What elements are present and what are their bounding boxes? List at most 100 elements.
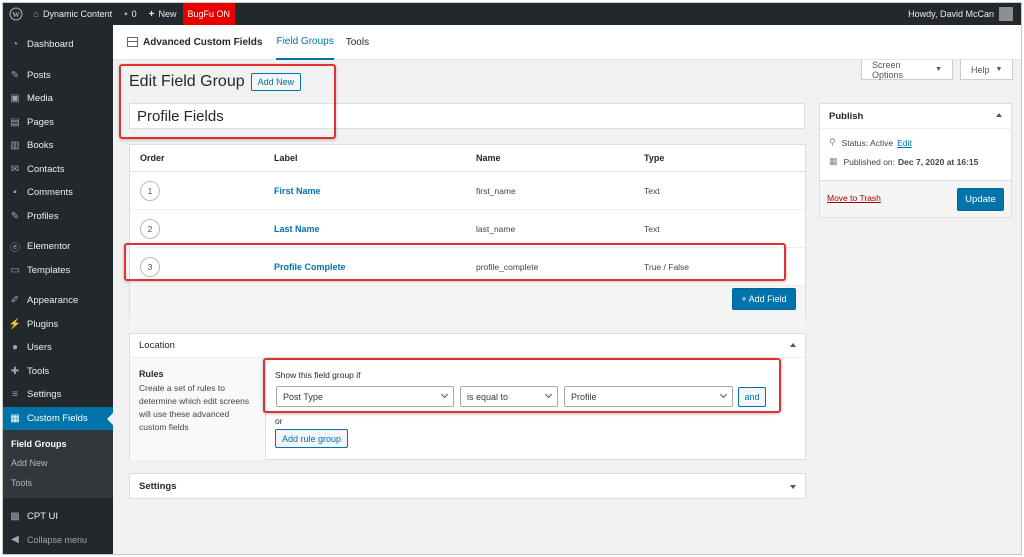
order-number[interactable]: 1	[140, 180, 160, 201]
comments-link[interactable]: ▪ 0	[118, 3, 143, 25]
sidebar-item-label: CPT UI	[27, 510, 58, 522]
table-footer: + Add Field	[130, 286, 805, 330]
submenu-item-tools[interactable]: Tools	[3, 473, 113, 493]
rule-param-value: Post Type	[283, 391, 323, 402]
location-box: Location Rules Create a set of rules to …	[129, 333, 806, 460]
sidebar-item-contacts[interactable]: ✉ Contacts	[3, 158, 113, 182]
collapse-toggle-icon[interactable]	[790, 343, 796, 347]
sidebar-item-appearance[interactable]: ✐ Appearance	[3, 289, 113, 313]
sidebar-item-pages[interactable]: ▤ Pages	[3, 111, 113, 135]
publish-header[interactable]: Publish	[820, 104, 1011, 129]
submenu-item-add-new[interactable]: Add New	[3, 454, 113, 474]
header-name: Name	[476, 153, 501, 163]
location-header[interactable]: Location	[130, 334, 805, 358]
field-label-link[interactable]: Last Name	[274, 224, 476, 234]
and-button[interactable]: and	[738, 387, 766, 407]
add-rule-group-button[interactable]: Add rule group	[275, 429, 349, 448]
sidebar-item-comments[interactable]: ▪ Comments	[3, 181, 113, 205]
mail-icon: ✉	[10, 163, 20, 175]
settings-box[interactable]: Settings	[129, 473, 806, 499]
publish-date: ▦ Published on: Dec 7, 2020 at 16:15	[820, 156, 1011, 167]
move-to-trash-link[interactable]: Move to Trash	[827, 193, 881, 203]
tab-tools[interactable]: Tools	[346, 25, 369, 60]
sidebar-item-posts[interactable]: ✎ Posts	[3, 64, 113, 88]
update-button[interactable]: Update	[957, 188, 1004, 211]
media-icon: ▣	[10, 93, 20, 105]
new-content-link[interactable]: + New	[143, 3, 183, 25]
publish-actions: Move to Trash Update	[820, 180, 1011, 217]
sidebar-item-label: Pages	[27, 116, 54, 128]
sidebar-item-settings[interactable]: ≡ Settings	[3, 383, 113, 407]
sliders-icon: ≡	[12, 389, 18, 401]
site-name-label: Dynamic Content	[43, 9, 113, 19]
rule-operator-select[interactable]: is equal to	[460, 386, 558, 407]
folder-icon: ▭	[10, 264, 20, 276]
expand-toggle-icon[interactable]	[790, 485, 796, 489]
collapse-toggle-icon[interactable]	[996, 113, 1002, 117]
sidebar-item-custom-fields[interactable]: ▦ Custom Fields	[3, 406, 113, 430]
sidebar-item-plugins[interactable]: ⚡ Plugins	[3, 313, 113, 337]
collapse-menu-button[interactable]: ◀ Collapse menu	[3, 528, 113, 552]
help-button[interactable]: Help ▼	[960, 60, 1013, 80]
avatar	[999, 7, 1013, 21]
sidebar-item-tools[interactable]: ✚ Tools	[3, 360, 113, 384]
rules-description: Create a set of rules to determine which…	[139, 383, 250, 432]
order-number[interactable]: 3	[140, 256, 160, 277]
field-label-link[interactable]: First Name	[274, 186, 476, 196]
acf-top-nav: Advanced Custom Fields Field Groups Tool…	[113, 25, 1021, 60]
help-label: Help	[971, 64, 990, 75]
rule-param-select[interactable]: Post Type	[276, 386, 454, 407]
bugfu-toggle[interactable]: BugFu ON	[182, 3, 236, 25]
sidebar-item-media[interactable]: ▣ Media	[3, 87, 113, 111]
sidebar-item-label: Templates	[27, 264, 71, 276]
user-account-link[interactable]: Howdy, David McCan	[902, 3, 1021, 25]
screen-options-label: Screen Options	[872, 59, 904, 80]
header-order: Order	[140, 153, 165, 163]
submenu-item-field-groups[interactable]: Field Groups	[3, 434, 113, 454]
screenshot-frame: W ⌂ Dynamic Content ▪ 0 + New BugFu ON H…	[2, 2, 1022, 555]
admin-sidebar: ◔ Dashboard ✎ Posts ▣ Media ▤ Pages ▥ Books ✉…	[3, 25, 113, 554]
sidebar-item-cpt-ui[interactable]: ▩ CPT UI	[3, 505, 113, 529]
field-label-link[interactable]: Profile Complete	[274, 262, 476, 272]
table-row[interactable]: 1 First Name first_name Text	[130, 172, 805, 210]
sidebar-item-label: Comments	[27, 187, 73, 199]
sidebar-item-label: Custom Fields	[27, 412, 88, 424]
publish-box: Publish ⚲ Status: Active Edit ▦ Publishe…	[819, 103, 1012, 218]
collapse-icon: ◀	[11, 534, 19, 546]
sidebar-item-elementor[interactable]: ⓔ Elementor	[3, 235, 113, 259]
rule-value: Profile	[571, 391, 597, 402]
wordpress-logo-icon[interactable]: W	[5, 3, 27, 25]
status-edit-link[interactable]: Edit	[897, 138, 912, 148]
admin-bar: W ⌂ Dynamic Content ▪ 0 + New BugFu ON H…	[3, 3, 1021, 25]
rule-operator-value: is equal to	[467, 391, 509, 402]
table-row[interactable]: 2 Last Name last_name Text	[130, 210, 805, 248]
chevron-down-icon	[440, 390, 449, 399]
new-label: New	[158, 9, 177, 19]
table-row[interactable]: 3 Profile Complete profile_complete True…	[130, 248, 805, 286]
tab-field-groups[interactable]: Field Groups	[276, 25, 334, 60]
field-group-title-input[interactable]: Profile Fields	[129, 103, 805, 129]
collapse-label: Collapse menu	[27, 534, 88, 545]
order-number[interactable]: 2	[140, 218, 160, 239]
svg-text:W: W	[12, 10, 20, 19]
sidebar-item-users[interactable]: ● Users	[3, 336, 113, 360]
add-new-button[interactable]: Add New	[250, 73, 302, 91]
plus-icon: +	[148, 8, 155, 20]
wrench-icon: ✚	[10, 365, 20, 377]
pin-icon: ✎	[10, 69, 20, 81]
sidebar-item-profiles[interactable]: ✎ Profiles	[3, 205, 113, 229]
page-title: Edit Field Group	[129, 73, 245, 90]
table-header: Order Label Name Type	[130, 145, 805, 172]
dashboard-icon: ◔	[11, 39, 19, 51]
chevron-down-icon	[544, 390, 553, 399]
site-name-link[interactable]: ⌂ Dynamic Content	[27, 3, 118, 25]
sidebar-item-dashboard[interactable]: ◔ Dashboard	[3, 33, 113, 57]
sidebar-item-label: Dashboard	[27, 39, 74, 51]
rule-value-select[interactable]: Profile	[564, 386, 733, 407]
screen-options-button[interactable]: Screen Options ▼	[861, 60, 953, 80]
sidebar-item-books[interactable]: ▥ Books	[3, 134, 113, 158]
sidebar-item-templates[interactable]: ▭ Templates	[3, 259, 113, 283]
sidebar-item-label: Settings	[27, 389, 62, 401]
add-field-button[interactable]: + Add Field	[732, 288, 796, 310]
show-if-label: Show this field group if	[275, 370, 361, 380]
